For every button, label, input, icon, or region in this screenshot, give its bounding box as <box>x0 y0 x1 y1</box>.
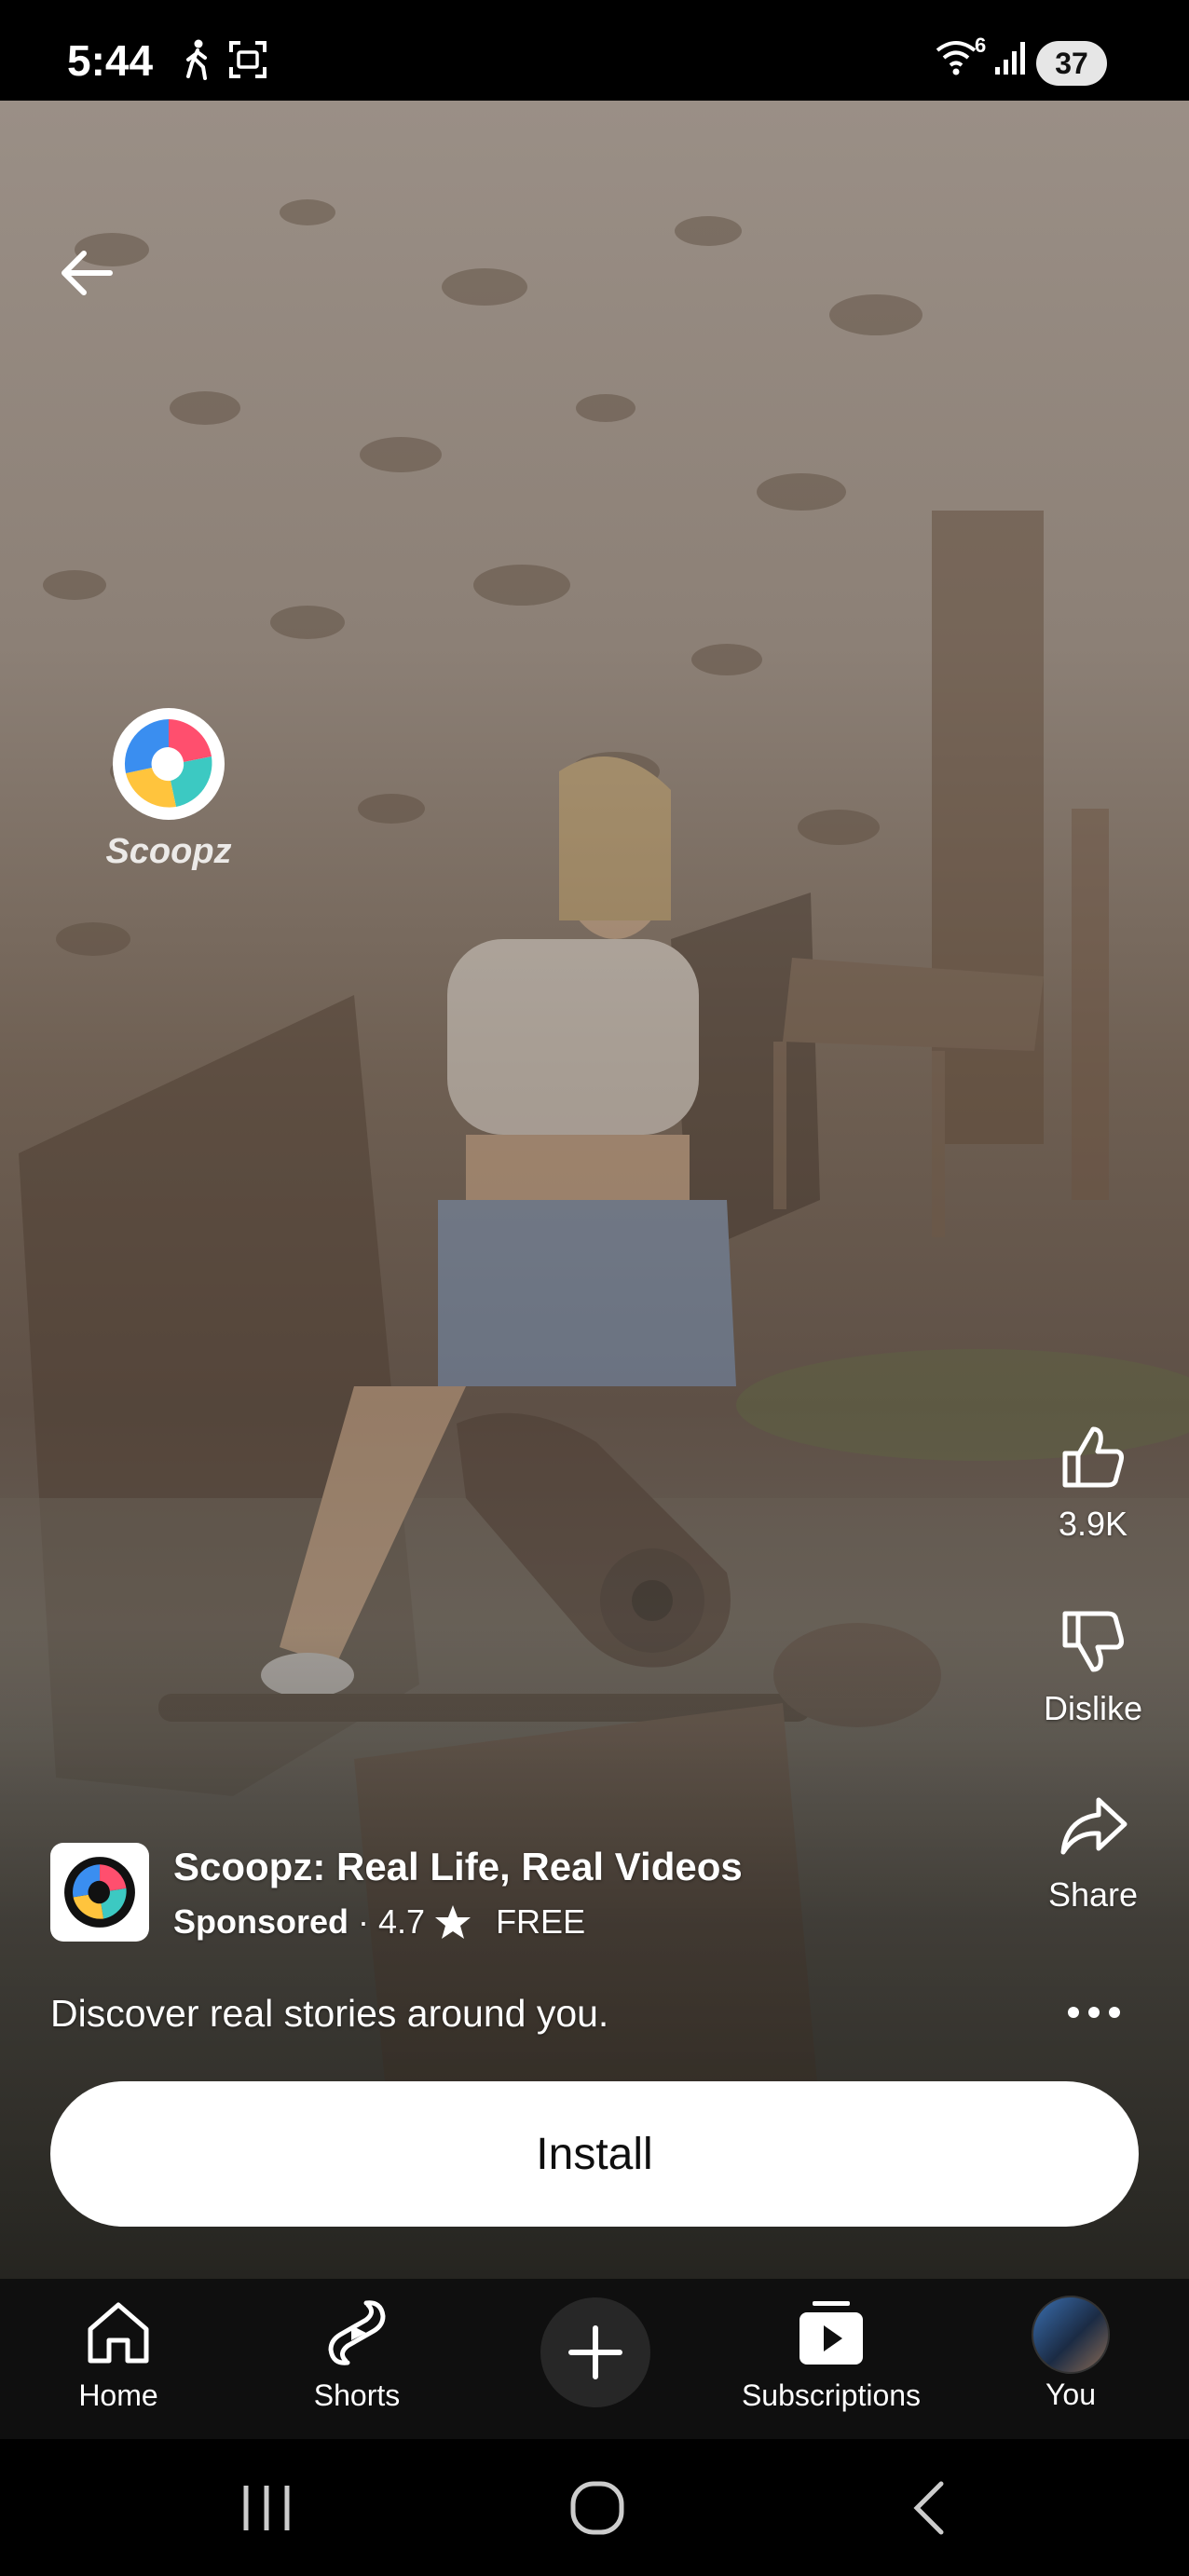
wifi-badge: 6 <box>975 34 987 57</box>
home-system-button[interactable] <box>560 2480 635 2536</box>
back-button[interactable] <box>54 240 119 306</box>
nav-shorts[interactable]: Shorts <box>264 2296 450 2413</box>
system-navigation <box>0 2439 1189 2576</box>
dislike-label: Dislike <box>1043 1689 1142 1727</box>
create-button[interactable] <box>540 2297 650 2407</box>
scoopz-app-icon <box>64 1857 135 1928</box>
home-circle-icon <box>570 2481 624 2535</box>
signal-icon <box>993 39 1029 81</box>
ad-app-icon[interactable] <box>50 1843 149 1942</box>
status-time: 5:44 <box>67 36 154 85</box>
sponsored-label: Sponsored <box>173 1902 349 1941</box>
scoopz-watermark: Scoopz <box>99 706 239 872</box>
like-count: 3.9K <box>1058 1505 1128 1543</box>
share-button[interactable]: Share <box>1018 1791 1168 1915</box>
nav-you[interactable]: You <box>977 2296 1164 2412</box>
nav-subscriptions[interactable]: Subscriptions <box>738 2296 924 2413</box>
nav-subscriptions-label: Subscriptions <box>741 2378 922 2412</box>
ad-description: Discover real stories around you. <box>50 1992 609 2035</box>
thumbs-up-icon <box>1062 1426 1124 1488</box>
dislike-button[interactable]: Dislike <box>1018 1604 1168 1728</box>
more-options-button[interactable] <box>1057 1994 1131 2031</box>
dot <box>1068 2007 1079 2018</box>
meta-separator: · <box>358 1902 370 1941</box>
back-system-button[interactable] <box>893 2480 967 2536</box>
star-icon <box>435 1905 472 1939</box>
ad-title[interactable]: Scoopz: Real Life, Real Videos <box>173 1845 743 1889</box>
like-button[interactable]: 3.9K <box>1018 1420 1168 1544</box>
dot <box>1088 2007 1100 2018</box>
recent-apps-icon <box>243 2486 290 2530</box>
video-player[interactable]: Scoopz 3.9K Dislike Share <box>0 101 1189 2279</box>
avatar <box>1032 2296 1110 2374</box>
subscriptions-icon <box>800 2301 863 2365</box>
recent-apps-button[interactable] <box>229 2480 304 2536</box>
walking-icon <box>183 39 211 85</box>
arrow-left-icon <box>62 251 113 295</box>
scoopz-logo-icon <box>113 708 225 820</box>
nav-you-label: You <box>1046 2378 1096 2411</box>
nav-home-label: Home <box>78 2378 158 2412</box>
ad-rating: 4.7 <box>378 1902 426 1941</box>
shorts-icon <box>328 2300 386 2365</box>
share-label: Share <box>1047 1875 1139 1914</box>
bottom-navigation: Home Shorts Subscriptions You <box>0 2279 1189 2439</box>
plus-icon <box>568 2325 622 2379</box>
battery-indicator: 37 <box>1036 41 1107 86</box>
home-icon <box>88 2302 149 2364</box>
dot <box>1109 2007 1120 2018</box>
status-bar: 5:44 6 37 <box>0 0 1189 101</box>
nav-shorts-label: Shorts <box>313 2378 401 2412</box>
ad-price: FREE <box>496 1902 586 1941</box>
ad-meta: Sponsored · 4.7 FREE <box>173 1902 585 1942</box>
install-button[interactable]: Install <box>50 2081 1139 2227</box>
watermark-label: Scoopz <box>105 832 232 871</box>
share-arrow-icon <box>1060 1797 1128 1855</box>
wifi-icon <box>936 39 977 81</box>
chevron-left-icon <box>913 2481 944 2535</box>
thumbs-down-icon <box>1062 1611 1124 1672</box>
nav-home[interactable]: Home <box>25 2296 212 2413</box>
screenshot-icon <box>227 39 268 85</box>
